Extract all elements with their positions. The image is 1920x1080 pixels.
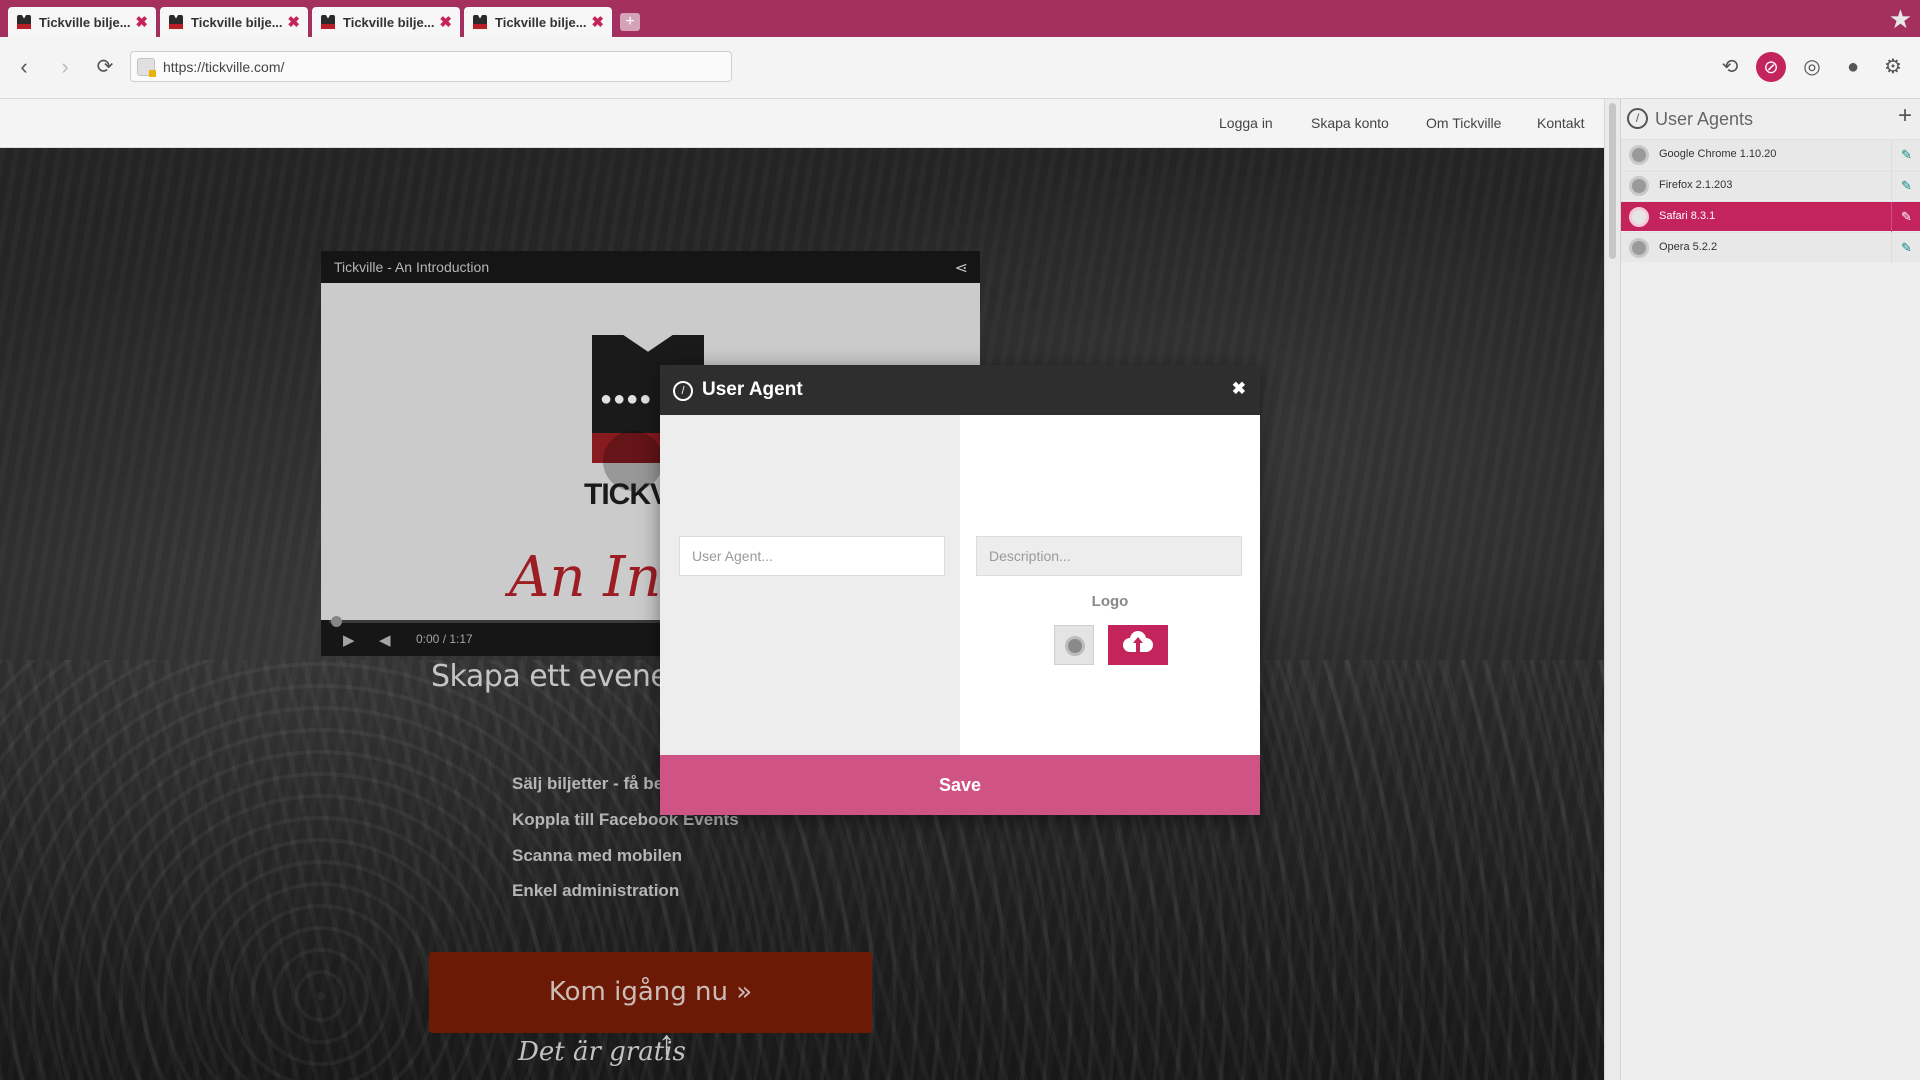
- edit-icon[interactable]: ✎: [1891, 233, 1920, 263]
- tab-label: Tickville bilje...: [495, 14, 587, 30]
- upload-arrow-stem: [1136, 642, 1140, 652]
- reload-icon[interactable]: ⟳: [91, 53, 119, 81]
- browser-toolbar: ‹ › ⟳ https://tickville.com/ ⟲ ⊘ ◎ ● ⚙: [0, 37, 1920, 99]
- user-agent-item-selected[interactable]: Safari 8.3.1 ✎: [1621, 201, 1920, 232]
- tab-close-icon[interactable]: ✖: [135, 15, 148, 30]
- dialog-title: User Agent: [702, 379, 803, 400]
- user-agent-dialog: / User Agent ✖ Logo Save: [660, 365, 1260, 815]
- edit-icon[interactable]: ✎: [1891, 171, 1920, 201]
- page-scrollbar[interactable]: [1604, 99, 1620, 1080]
- logo-preview-icon: [1054, 625, 1094, 665]
- user-agent-label: Google Chrome 1.10.20: [1659, 148, 1777, 160]
- sidebar-header: / User Agents +: [1621, 99, 1920, 139]
- upload-arrow: [1133, 637, 1143, 643]
- logo-label: Logo: [1091, 593, 1129, 610]
- chrome-logo-icon: [1629, 145, 1649, 165]
- tickville-favicon-icon: [168, 14, 184, 30]
- edit-icon[interactable]: ✎: [1891, 140, 1920, 170]
- user-agent-item[interactable]: Opera 5.2.2 ✎: [1621, 232, 1920, 263]
- add-user-agent-icon[interactable]: +: [1898, 104, 1912, 128]
- tab-close-icon[interactable]: ✖: [439, 15, 452, 30]
- site-nav: Logga in Skapa konto Om Tickville Kontak…: [0, 99, 1604, 148]
- user-agent-label: Opera 5.2.2: [1659, 241, 1718, 253]
- user-agent-compass-icon[interactable]: ⊘: [1756, 52, 1786, 82]
- back-arrow-icon[interactable]: ‹: [10, 53, 38, 81]
- user-icon[interactable]: ●: [1838, 52, 1868, 82]
- bookmark-star-icon[interactable]: ★: [1889, 6, 1912, 32]
- nav-about-link[interactable]: Om Tickville: [1426, 115, 1501, 131]
- user-agent-item[interactable]: Firefox 2.1.203 ✎: [1621, 170, 1920, 201]
- tab-label: Tickville bilje...: [39, 14, 131, 30]
- tickville-favicon-icon: [16, 14, 32, 30]
- tab-label: Tickville bilje...: [343, 14, 435, 30]
- nav-contact-link[interactable]: Kontakt: [1537, 115, 1584, 131]
- browser-tab[interactable]: Tickville bilje... ✖: [312, 7, 460, 37]
- tab-label: Tickville bilje...: [191, 14, 283, 30]
- user-agent-label: Safari 8.3.1: [1659, 210, 1716, 222]
- nav-signup-link[interactable]: Skapa konto: [1311, 115, 1389, 131]
- user-agents-sidebar: / User Agents + Google Chrome 1.10.20 ✎ …: [1620, 99, 1920, 1080]
- compass-icon: /: [673, 381, 693, 401]
- address-bar[interactable]: https://tickville.com/: [130, 51, 732, 82]
- tab-close-icon[interactable]: ✖: [287, 15, 300, 30]
- close-icon[interactable]: ✖: [1232, 379, 1246, 399]
- user-agent-item[interactable]: Google Chrome 1.10.20 ✎: [1621, 139, 1920, 170]
- dialog-header: / User Agent ✖: [660, 365, 1260, 415]
- site-security-icon[interactable]: [137, 57, 156, 77]
- edit-icon[interactable]: ✎: [1891, 202, 1920, 232]
- dialog-right-pane: Logo: [960, 415, 1260, 755]
- tab-strip: Tickville bilje... ✖ Tickville bilje... …: [0, 0, 1920, 37]
- tickville-favicon-icon: [320, 14, 336, 30]
- description-input[interactable]: [976, 536, 1242, 576]
- forward-arrow-icon[interactable]: ›: [51, 53, 79, 81]
- globe-icon[interactable]: ◎: [1797, 52, 1827, 82]
- firefox-logo-icon: [1629, 176, 1649, 196]
- safari-logo-icon: [1629, 207, 1649, 227]
- user-agent-input[interactable]: [679, 536, 945, 576]
- gear-icon[interactable]: ⚙: [1878, 52, 1908, 82]
- browser-tab[interactable]: Tickville bilje... ✖: [160, 7, 308, 37]
- user-agent-label: Firefox 2.1.203: [1659, 179, 1733, 191]
- nav-login-link[interactable]: Logga in: [1219, 115, 1273, 131]
- opera-logo-icon: [1629, 238, 1649, 258]
- tab-close-icon[interactable]: ✖: [591, 15, 604, 30]
- compass-icon: /: [1627, 108, 1648, 129]
- sidebar-title: User Agents: [1655, 109, 1754, 129]
- scrollbar-thumb[interactable]: [1609, 103, 1616, 259]
- dialog-left-pane: [660, 415, 960, 755]
- history-icon[interactable]: ⟲: [1715, 52, 1745, 82]
- browser-tab[interactable]: Tickville bilje... ✖: [464, 7, 612, 37]
- tickville-favicon-icon: [472, 14, 488, 30]
- save-button[interactable]: Save: [660, 755, 1260, 815]
- address-bar-url: https://tickville.com/: [163, 58, 285, 75]
- new-tab-button[interactable]: +: [620, 13, 640, 31]
- upload-logo-button[interactable]: [1108, 625, 1168, 665]
- browser-tab[interactable]: Tickville bilje... ✖: [8, 7, 156, 37]
